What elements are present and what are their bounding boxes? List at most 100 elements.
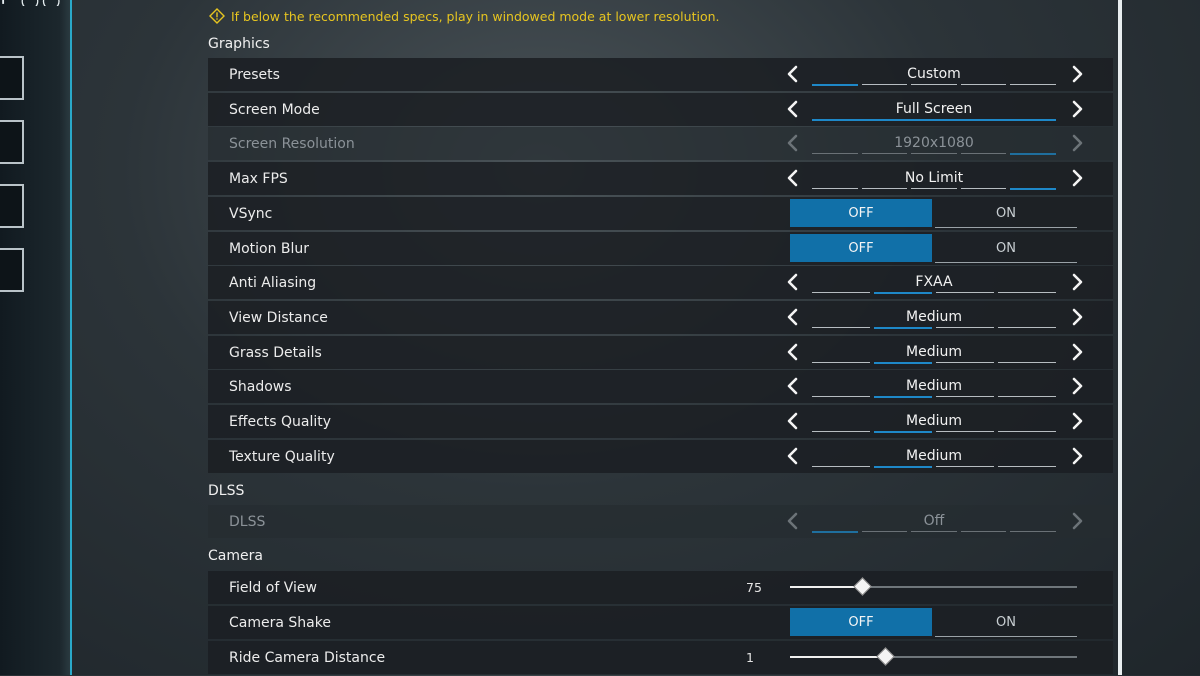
option-segment xyxy=(960,153,1007,154)
spec-warning: If below the recommended specs, play in … xyxy=(209,8,720,24)
chevron-right-icon[interactable] xyxy=(1068,168,1086,188)
option-segment xyxy=(874,327,932,329)
option-segment xyxy=(960,84,1007,85)
slider-handle[interactable] xyxy=(853,577,872,596)
chevron-right-icon[interactable] xyxy=(1068,307,1086,327)
chevron-right-icon[interactable] xyxy=(1068,272,1086,292)
setting-row-camera-shake[interactable]: Camera Shake OFF ON xyxy=(208,606,1113,639)
toggle-off-option[interactable]: OFF xyxy=(790,234,932,262)
setting-value: Medium xyxy=(906,344,962,360)
option-segment xyxy=(911,188,957,189)
side-menu-tab[interactable] xyxy=(0,184,24,228)
chevron-right-icon xyxy=(1068,511,1086,531)
setting-row-ride-camera-distance[interactable]: Ride Camera Distance 1 xyxy=(208,641,1113,674)
setting-row-max-fps[interactable]: Max FPS No Limit xyxy=(208,162,1113,195)
setting-value: Medium xyxy=(906,378,962,394)
toggle-off-option[interactable]: OFF xyxy=(790,608,932,636)
section-camera: Camera xyxy=(208,548,263,564)
toggle-off-option[interactable]: OFF xyxy=(790,199,932,227)
option-segment xyxy=(911,531,957,532)
toggle-on-option[interactable]: ON xyxy=(935,199,1077,228)
chevron-left-icon[interactable] xyxy=(784,376,802,396)
option-segment xyxy=(1010,531,1056,532)
chevron-right-icon[interactable] xyxy=(1068,411,1086,431)
setting-row-grass-details[interactable]: Grass Details Medium xyxy=(208,336,1113,369)
option-segment xyxy=(998,431,1056,432)
spec-warning-text: If below the recommended specs, play in … xyxy=(231,8,720,24)
settings-scrollbar[interactable] xyxy=(1118,0,1122,675)
option-segment xyxy=(874,466,932,468)
side-menu-tab[interactable] xyxy=(0,120,24,164)
setting-value: Off xyxy=(923,513,945,529)
setting-row-vsync[interactable]: VSync OFF ON xyxy=(208,197,1113,230)
section-dlss: DLSS xyxy=(208,483,245,499)
setting-row-presets[interactable]: Presets Custom xyxy=(208,58,1113,91)
option-indicator xyxy=(812,531,1056,533)
option-segment xyxy=(812,431,870,432)
setting-value: Medium xyxy=(906,413,962,429)
side-menu-tab[interactable] xyxy=(0,248,24,292)
option-segment xyxy=(812,362,870,363)
setting-row-screen-mode[interactable]: Screen Mode Full Screen xyxy=(208,93,1113,126)
chevron-right-icon[interactable] xyxy=(1068,376,1086,396)
setting-label: Anti Aliasing xyxy=(229,275,317,291)
option-segment xyxy=(1010,153,1056,155)
setting-row-anti-aliasing[interactable]: Anti Aliasing FXAA xyxy=(208,266,1113,299)
setting-value: Custom xyxy=(907,66,961,82)
option-segment xyxy=(936,327,994,328)
toggle-on-option[interactable]: ON xyxy=(935,234,1077,263)
chevron-right-icon[interactable] xyxy=(1068,342,1086,362)
chevron-right-icon[interactable] xyxy=(1068,99,1086,119)
chevron-right-icon[interactable] xyxy=(1068,446,1086,466)
setting-row-effects-quality[interactable]: Effects Quality Medium xyxy=(208,405,1113,438)
option-segment xyxy=(911,153,957,154)
setting-row-texture-quality[interactable]: Texture Quality Medium xyxy=(208,440,1113,473)
chevron-left-icon[interactable] xyxy=(784,342,802,362)
chevron-left-icon[interactable] xyxy=(784,307,802,327)
slider-value: 75 xyxy=(746,580,762,595)
setting-label: View Distance xyxy=(229,310,328,326)
setting-row-shadows[interactable]: Shadows Medium xyxy=(208,370,1113,403)
chevron-right-icon[interactable] xyxy=(1068,64,1086,84)
chevron-left-icon xyxy=(784,511,802,531)
option-segment xyxy=(960,531,1007,532)
setting-label: Field of View xyxy=(229,580,317,596)
setting-label: DLSS xyxy=(229,514,266,530)
option-segment xyxy=(998,327,1056,328)
chevron-left-icon xyxy=(784,133,802,153)
slider-handle[interactable] xyxy=(876,647,895,666)
slider-fill xyxy=(790,586,862,588)
option-segment xyxy=(936,396,994,397)
option-segment xyxy=(812,84,858,86)
setting-row-view-distance[interactable]: View Distance Medium xyxy=(208,301,1113,334)
option-segment xyxy=(861,153,908,154)
option-segment xyxy=(812,466,870,467)
chevron-left-icon[interactable] xyxy=(784,446,802,466)
setting-label: Max FPS xyxy=(229,171,288,187)
option-segment xyxy=(812,188,858,189)
option-indicator xyxy=(812,396,1056,398)
slider-track[interactable] xyxy=(790,647,1077,666)
toggle-switch: OFF ON xyxy=(790,199,1077,228)
setting-row-field-of-view[interactable]: Field of View 75 xyxy=(208,571,1113,604)
chevron-right-icon xyxy=(1068,133,1086,153)
chevron-left-icon[interactable] xyxy=(784,99,802,119)
setting-row-motion-blur[interactable]: Motion Blur OFF ON xyxy=(208,232,1113,265)
slider-fill xyxy=(790,656,885,658)
option-indicator xyxy=(812,188,1056,190)
chevron-left-icon[interactable] xyxy=(784,411,802,431)
section-graphics: Graphics xyxy=(208,36,270,52)
option-indicator xyxy=(812,119,1056,121)
option-segment xyxy=(861,531,908,532)
slider-track[interactable] xyxy=(790,577,1077,596)
setting-label: Shadows xyxy=(229,379,292,395)
option-segment xyxy=(874,362,932,364)
setting-label: Effects Quality xyxy=(229,414,332,430)
option-segment xyxy=(936,362,994,363)
chevron-left-icon[interactable] xyxy=(784,168,802,188)
chevron-left-icon[interactable] xyxy=(784,64,802,84)
toggle-on-option[interactable]: ON xyxy=(935,608,1077,637)
chevron-left-icon[interactable] xyxy=(784,272,802,292)
warning-diamond-icon xyxy=(209,8,225,24)
side-menu-tab[interactable] xyxy=(0,56,24,100)
